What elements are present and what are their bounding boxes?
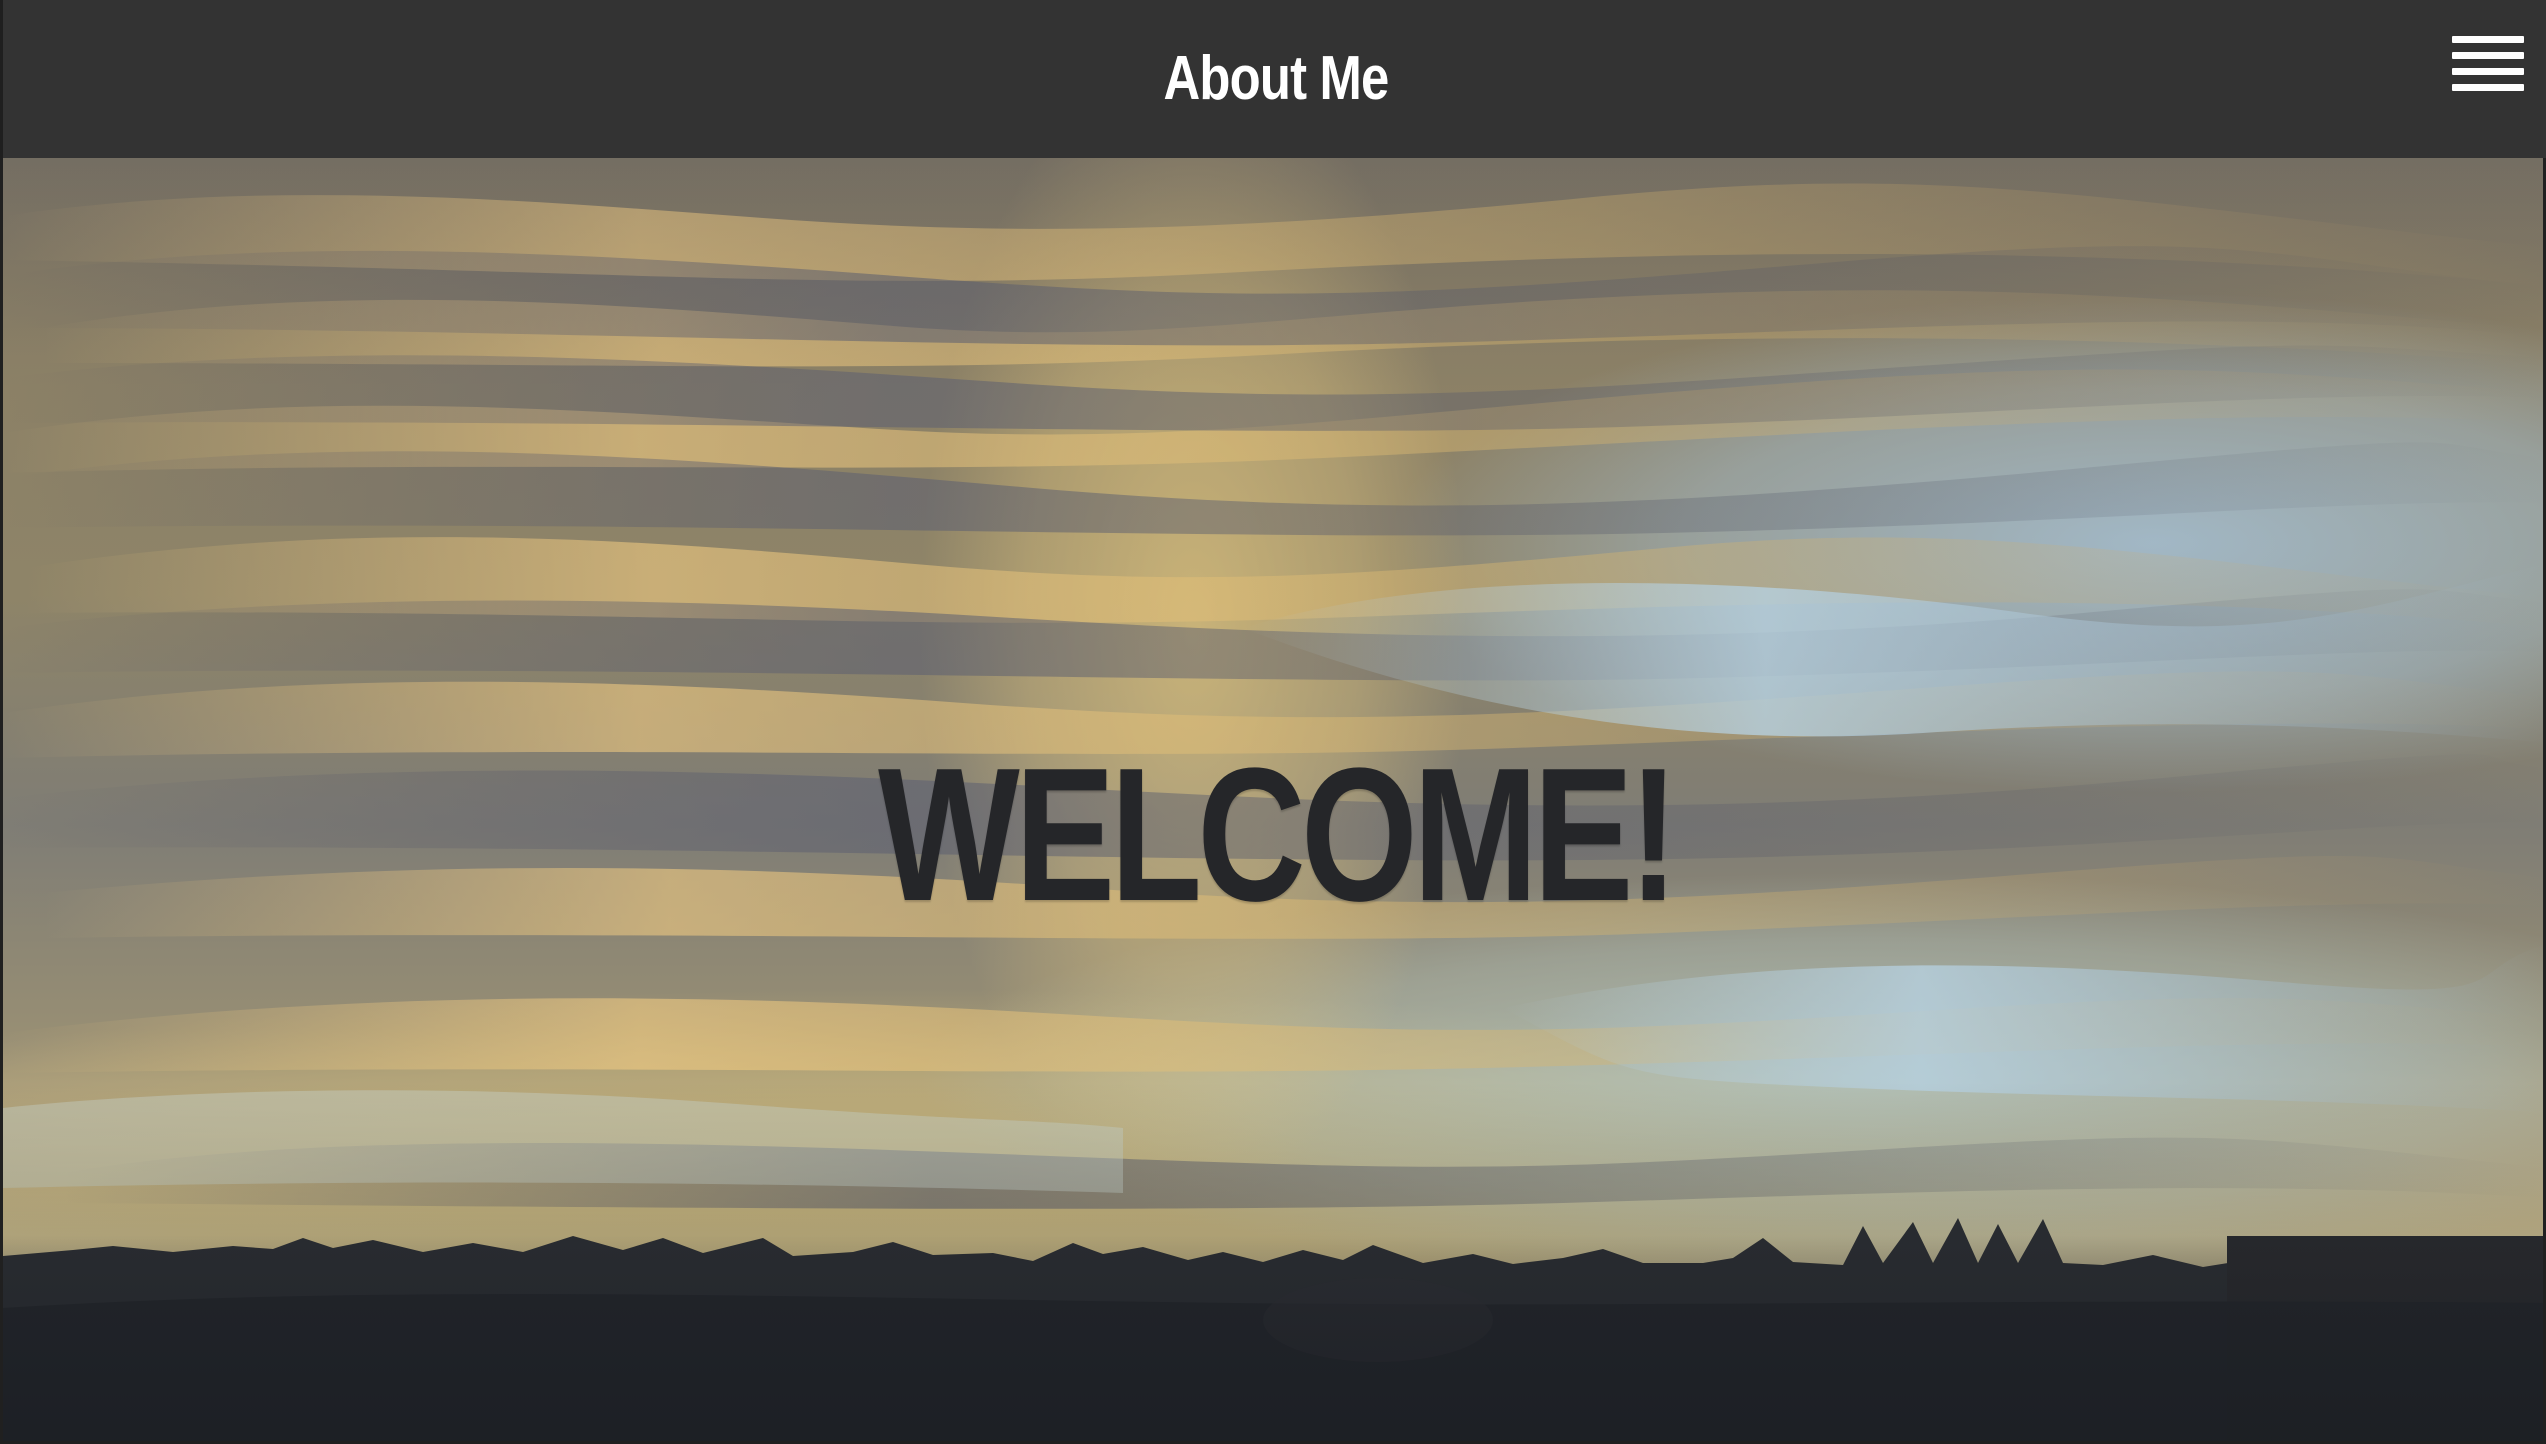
menu-icon-line [2452,68,2524,75]
hero-section: WELCOME! [0,158,2546,1444]
welcome-heading: WELCOME! [878,729,1679,942]
menu-icon-line [2452,36,2524,43]
menu-icon-line [2452,52,2524,59]
gray-cloud-bands [3,246,2543,1209]
hamburger-menu-button[interactable] [2452,34,2524,94]
page-title: About Me [1163,44,1389,113]
about-me-page: About Me WELCOME! [0,0,2546,1444]
tree-line-silhouette [3,1218,2543,1441]
top-navigation-bar: About Me [0,0,2546,158]
menu-icon-line [2452,84,2524,91]
